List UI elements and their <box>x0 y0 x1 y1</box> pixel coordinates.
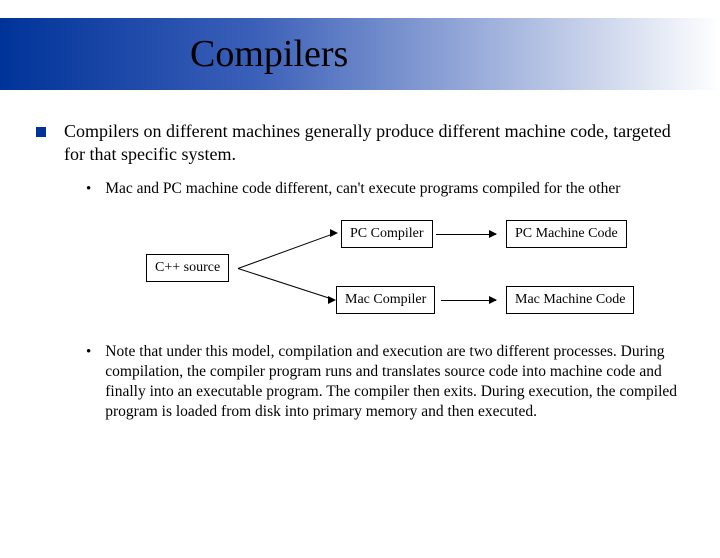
arrow-line <box>436 234 496 235</box>
bullet-item: Compilers on different machines generall… <box>36 120 684 165</box>
diagram-box-mac-code: Mac Machine Code <box>506 286 634 314</box>
sub-bullet-item: • Note that under this model, compilatio… <box>86 342 684 423</box>
diagram-box-source: C++ source <box>146 254 229 282</box>
arrowhead-icon <box>328 296 336 304</box>
sub-bullet-list: • Mac and PC machine code different, can… <box>86 179 684 422</box>
arrow-line <box>238 268 333 300</box>
diagram-box-mac-compiler: Mac Compiler <box>336 286 435 314</box>
dot-bullet-icon: • <box>86 343 91 363</box>
diagram-box-pc-compiler: PC Compiler <box>341 220 433 248</box>
sub-bullet-item: • Mac and PC machine code different, can… <box>86 179 684 200</box>
arrow-line <box>238 233 332 268</box>
compiler-diagram: C++ source PC Compiler Mac Compiler PC M… <box>146 214 666 324</box>
slide-content: Compilers on different machines generall… <box>0 90 720 422</box>
sub-bullet-text: Mac and PC machine code different, can't… <box>105 179 620 199</box>
diagram-box-pc-code: PC Machine Code <box>506 220 627 248</box>
arrowhead-icon <box>330 229 338 237</box>
square-bullet-icon <box>36 127 46 137</box>
slide-title: Compilers <box>190 32 348 76</box>
slide-title-bar: Compilers <box>0 18 720 90</box>
sub-bullet-text: Note that under this model, compilation … <box>105 342 684 423</box>
bullet-text: Compilers on different machines generall… <box>64 120 684 165</box>
dot-bullet-icon: • <box>86 180 91 200</box>
arrow-line <box>441 300 496 301</box>
